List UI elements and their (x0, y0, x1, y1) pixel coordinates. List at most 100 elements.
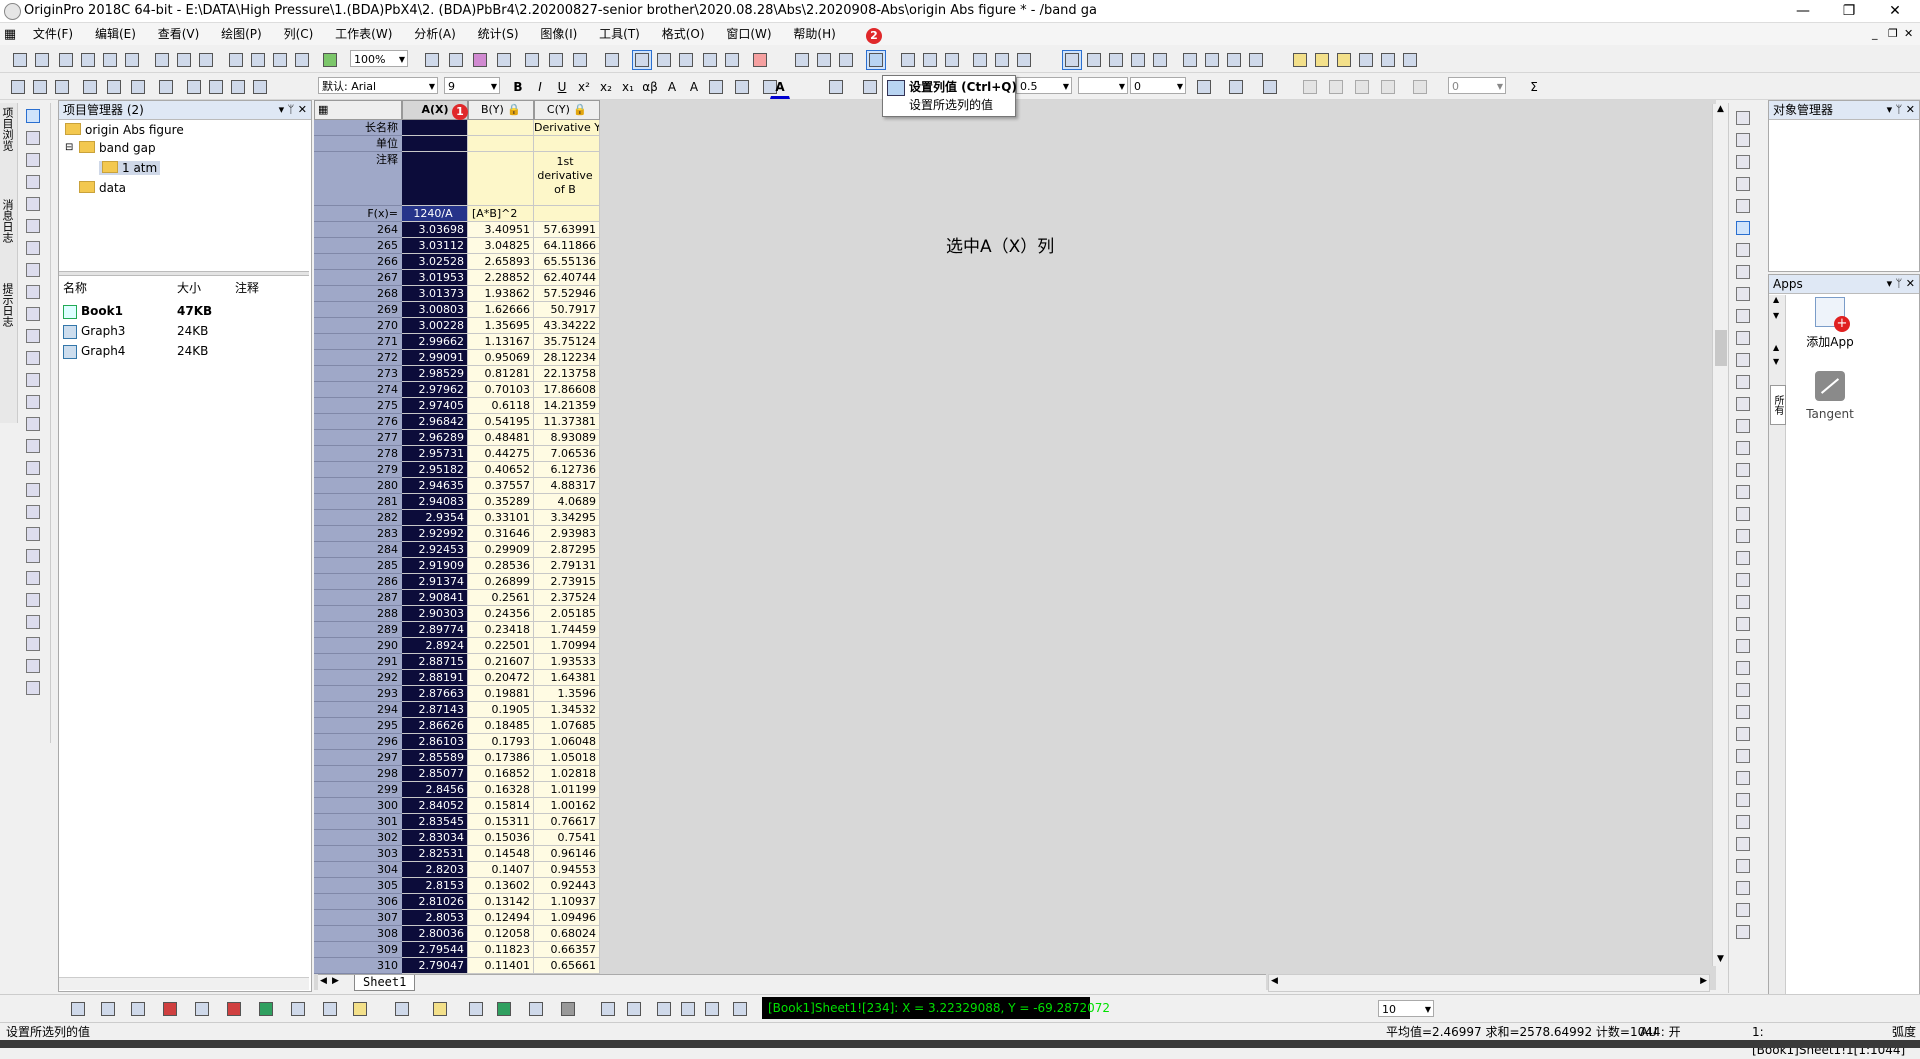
legend-icon[interactable] (26, 659, 40, 673)
previous-icon[interactable] (1202, 50, 1222, 70)
cell-c[interactable]: 35.75124 (534, 334, 600, 350)
cell-c[interactable]: 4.88317 (534, 478, 600, 494)
filter-options-icon[interactable] (1014, 50, 1034, 70)
row-header[interactable]: 275 (314, 398, 402, 414)
graph-tool-2-icon[interactable] (678, 999, 698, 1019)
rescale-icon[interactable] (1736, 111, 1750, 125)
cell-c[interactable]: 1.3596 (534, 686, 600, 702)
plot-line-icon[interactable] (898, 50, 918, 70)
cell-b-comment[interactable] (468, 152, 534, 206)
tree-toggle-band-gap[interactable]: ⊟ (65, 142, 73, 153)
data-selector-icon[interactable] (26, 219, 40, 233)
cell-a-units[interactable] (402, 136, 468, 152)
heatmap-plot-icon[interactable] (494, 999, 514, 1019)
row-header[interactable]: 309 (314, 942, 402, 958)
font-color-icon[interactable]: A (770, 77, 790, 99)
scale-y-icon[interactable] (1736, 155, 1750, 169)
cell-b[interactable]: 1.13167 (468, 334, 534, 350)
list-item[interactable]: Graph3 24KB (59, 321, 309, 341)
panel-32-icon[interactable] (1736, 925, 1750, 939)
table-grid-icon[interactable] (26, 681, 40, 695)
cell-c[interactable]: 0.94553 (534, 862, 600, 878)
cell-b[interactable]: 0.16328 (468, 782, 534, 798)
panel-27-icon[interactable] (1736, 815, 1750, 829)
curved-arrow-icon[interactable] (26, 351, 40, 365)
data-filter-icon[interactable] (722, 50, 742, 70)
scatter-tool-icon[interactable] (98, 999, 118, 1019)
panel-23-icon[interactable] (1736, 727, 1750, 741)
pointer-icon[interactable] (26, 109, 40, 123)
3d-plot-icon[interactable] (392, 999, 412, 1019)
surface-plot-icon[interactable] (430, 999, 450, 1019)
cell-b[interactable]: 0.18485 (468, 718, 534, 734)
column-header-size[interactable]: 大小 (177, 279, 201, 297)
cell-b[interactable]: 0.12058 (468, 926, 534, 942)
screen-reader-icon[interactable] (26, 175, 40, 189)
panel-6-icon[interactable] (1736, 353, 1750, 367)
cell-b[interactable]: 0.15311 (468, 814, 534, 830)
first-icon[interactable] (1180, 50, 1200, 70)
row-header[interactable]: 310 (314, 958, 402, 974)
cell-c[interactable]: 2.79131 (534, 558, 600, 574)
row-header[interactable]: 273 (314, 366, 402, 382)
list-item[interactable]: Book1 47KB (59, 301, 309, 321)
cell-b[interactable]: 0.40652 (468, 462, 534, 478)
plot-bar-icon[interactable] (920, 50, 940, 70)
border-icon[interactable] (1226, 77, 1246, 97)
cell-a[interactable]: 2.8053 (402, 910, 468, 926)
row-header[interactable]: 271 (314, 334, 402, 350)
cell-c[interactable]: 3.34295 (534, 510, 600, 526)
project-explorer-icon[interactable] (602, 50, 622, 70)
scroll-thumb[interactable] (1715, 330, 1727, 366)
row-header[interactable]: 294 (314, 702, 402, 718)
cell-b[interactable]: 0.44275 (468, 446, 534, 462)
cell-a-formula[interactable]: 1240/A (402, 206, 468, 222)
set-column-values-icon[interactable] (866, 50, 886, 70)
cell-b[interactable]: 0.11401 (468, 958, 534, 974)
box-plot-icon[interactable] (320, 999, 340, 1019)
bar-plot-icon[interactable] (224, 999, 244, 1019)
cell-a[interactable]: 2.95731 (402, 446, 468, 462)
new-matrix-icon[interactable] (100, 50, 120, 70)
dropdown-icon[interactable]: ▾ (1887, 103, 1893, 116)
row-header[interactable]: 264 (314, 222, 402, 238)
cell-c[interactable]: 1.06048 (534, 734, 600, 750)
pin-icon[interactable]: ᛘ (288, 103, 295, 116)
cell-c[interactable]: 2.05185 (534, 606, 600, 622)
add-new-column-icon[interactable] (676, 50, 696, 70)
cell-b[interactable]: 0.24356 (468, 606, 534, 622)
cell-c[interactable]: 64.11866 (534, 238, 600, 254)
row-header[interactable]: 298 (314, 766, 402, 782)
cell-a[interactable]: 2.97962 (402, 382, 468, 398)
panel-11-icon[interactable] (1736, 463, 1750, 477)
cell-b[interactable]: 1.93862 (468, 286, 534, 302)
close-button[interactable]: ✕ (1872, 0, 1918, 22)
tree-item-band-gap[interactable]: band gap (79, 141, 156, 155)
annotation-icon[interactable] (26, 593, 40, 607)
cell-c[interactable]: 1.10937 (534, 894, 600, 910)
cell-a[interactable]: 2.92453 (402, 542, 468, 558)
pattern-icon[interactable] (1194, 77, 1214, 97)
new-workbook-icon[interactable] (56, 50, 76, 70)
cell-c[interactable]: 1.74459 (534, 622, 600, 638)
cell-b[interactable]: 0.23418 (468, 622, 534, 638)
region-tool-icon[interactable] (624, 999, 644, 1019)
cell-a[interactable]: 2.99091 (402, 350, 468, 366)
line-style-combo[interactable]: ▼ (1078, 77, 1128, 94)
cell-c[interactable]: 57.63991 (534, 222, 600, 238)
cell-a[interactable]: 2.87663 (402, 686, 468, 702)
cell-a[interactable]: 3.01953 (402, 270, 468, 286)
row-header[interactable]: 268 (314, 286, 402, 302)
row-header[interactable]: 282 (314, 510, 402, 526)
row-header[interactable]: 274 (314, 382, 402, 398)
panel-15-icon[interactable] (1736, 551, 1750, 565)
insert-graph-icon[interactable] (26, 439, 40, 453)
row-header[interactable]: 279 (314, 462, 402, 478)
column-header-name[interactable]: 名称 (63, 279, 87, 297)
new-function-icon[interactable] (152, 50, 172, 70)
row-header[interactable]: 293 (314, 686, 402, 702)
group-icon[interactable] (184, 77, 204, 97)
area-plot-icon[interactable] (256, 999, 276, 1019)
tab-all-apps[interactable]: 所有 (1770, 385, 1786, 425)
cell-c-long-name[interactable]: Derivative Y (534, 120, 600, 136)
